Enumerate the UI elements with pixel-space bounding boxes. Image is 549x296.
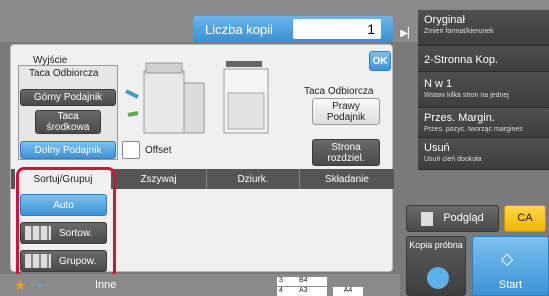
copies-counter[interactable]: Liczba kopii 1 [193,16,393,42]
sidebar-item-margin-shift[interactable]: Przes. Margin. Przes. pozyc. tworząc mar… [418,108,549,138]
paper-row: 3 B4 [277,277,327,286]
tray-lower-button[interactable]: Dolny Podajnik [20,141,116,159]
sidebar-item-title: Usuń [424,142,450,154]
copies-value[interactable]: 1 [293,19,381,39]
tray-number: 3 [279,277,283,284]
sidebar-item-erase[interactable]: Usuń Usuń cień dookoła [418,138,549,170]
sidebar-item-original[interactable]: Oryginał Zmień format/kierunek [418,10,549,46]
highlight-frame [16,167,116,279]
tab-punch[interactable]: Dziurk. [206,169,299,189]
offset-checkbox[interactable] [122,141,140,159]
tab-staple[interactable]: Zszywaj [111,169,206,189]
sidebar-item-subtitle: Wstaw kilka stron na jednej [424,92,509,99]
sidebar-item-title: Przes. Margin. [424,112,495,124]
right-tray-button[interactable]: Prawy Podajnik [312,98,380,125]
favorite-icon[interactable]: ★ [14,277,27,294]
page-separator-button[interactable]: Strona rozdziel. [312,139,380,166]
tray-size: B4 [299,277,308,284]
sidebar-item-subtitle: Usuń cień dookoła [424,156,482,163]
arrow-lower-icon [127,111,139,117]
diamond-icon [427,267,449,289]
other-label[interactable]: Inne [95,279,116,291]
chevron-down-icon[interactable]: ⌄ [34,274,46,291]
paper-tray-status: 3 B4 4 A3 A4 [275,277,365,296]
preview-button[interactable]: Podgląd [406,205,499,232]
start-label: Start [498,278,523,291]
copy-screen: Liczba kopii 1 Wyjście OK Taca Odbiorcza… [0,0,549,296]
clear-all-button[interactable]: CA [504,205,546,232]
proof-copy-button[interactable]: Kopia próbna [406,236,466,296]
arrow-upper-icon [125,89,139,99]
sidebar-item-title: N w 1 [424,78,453,90]
preview-icon [421,211,434,226]
copies-label: Liczba kopii [205,22,273,37]
sidebar-item-title: Oryginał [424,14,465,26]
sidebar-item-duplex[interactable]: 2-Stronna Kop. [418,46,549,72]
start-icon: ◇ [501,251,514,268]
tab-folding[interactable]: Składanie [299,169,394,189]
sidebar-item-title: 2-Stronna Kop. [424,54,498,66]
paper-selected: A4 [333,287,363,296]
tray-group-label: Taca Odbiorcza [29,68,99,79]
tray-size: A3 [299,287,308,294]
printer-illustration [125,61,269,134]
proof-copy-label: Kopia próbna [409,240,463,250]
right-tray-label: Taca Odbiorcza [304,86,374,97]
paper-row: 4 A3 [277,287,327,296]
ok-button[interactable]: OK [369,51,391,71]
tray-upper-button[interactable]: Górny Podajnik [20,89,116,106]
sidebar-collapse-icon[interactable]: ▶▏ [398,28,418,48]
preview-label: Podgląd [443,212,484,225]
tray-number: 4 [279,287,283,294]
sidebar-item-subtitle: Przes. pozyc. tworząc margines [424,126,523,133]
sidebar-item-n-up[interactable]: N w 1 Wstaw kilka stron na jednej [418,72,549,108]
start-button[interactable]: ◇ Start [472,236,549,296]
tray-middle-button[interactable]: Taca środkowa [35,110,101,134]
offset-label: Offset [145,145,172,156]
sidebar-item-subtitle: Zmień format/kierunek [424,28,494,35]
